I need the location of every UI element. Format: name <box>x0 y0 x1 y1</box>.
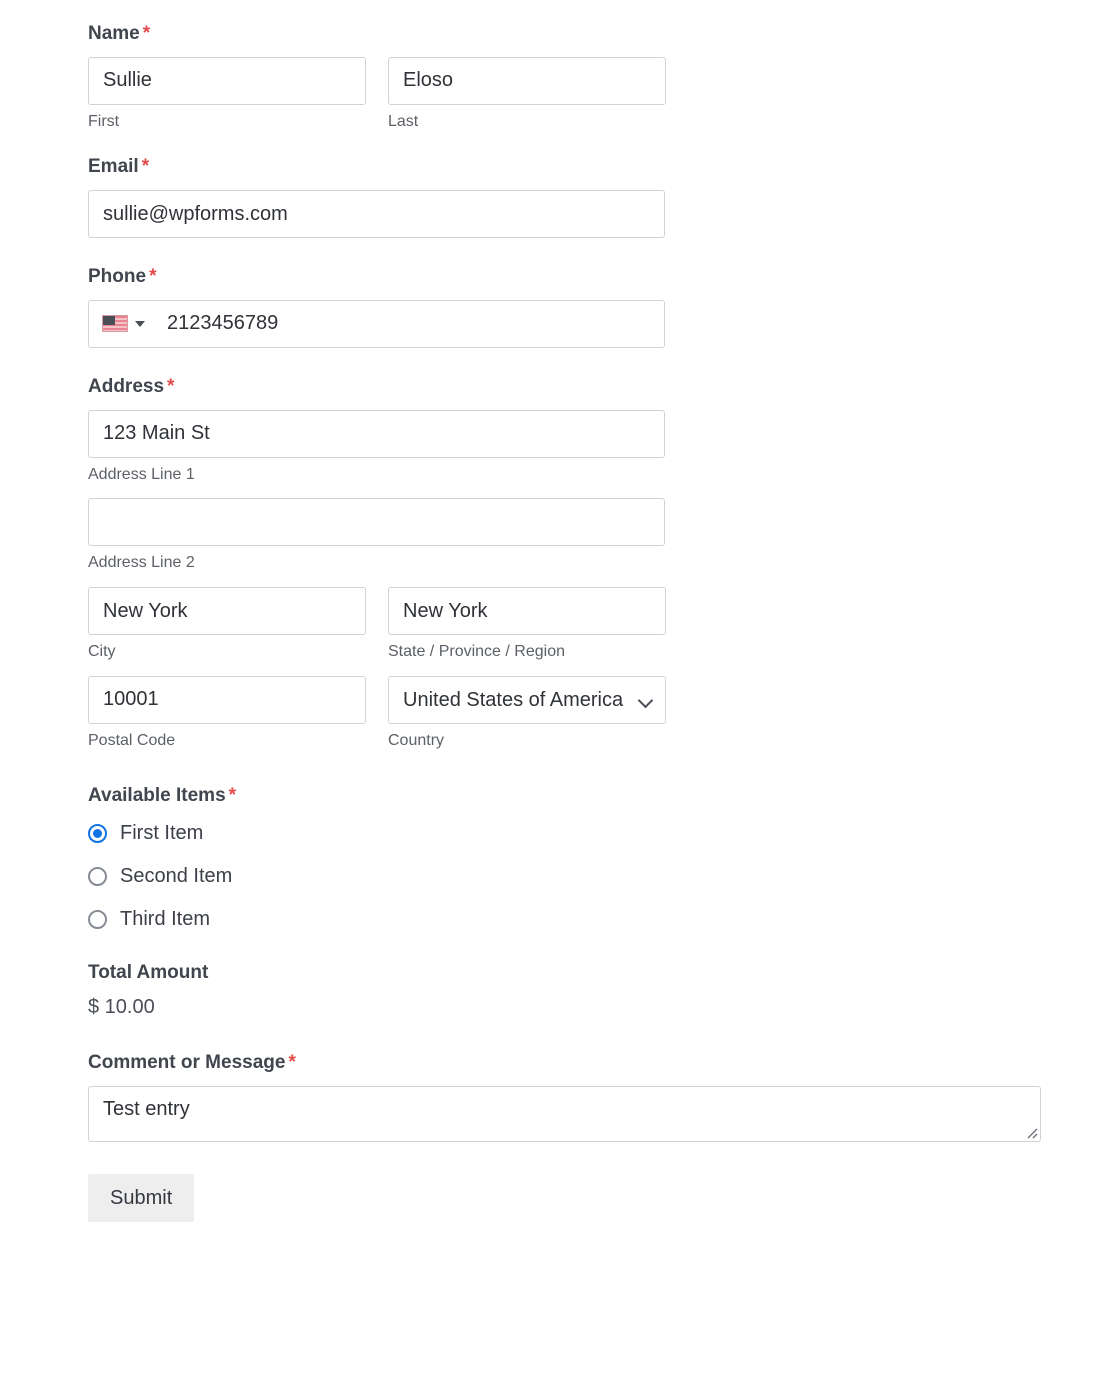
country-code-selector[interactable] <box>102 300 145 348</box>
phone-label: Phone * <box>88 265 1116 290</box>
required-asterisk: * <box>288 1052 296 1074</box>
city-input[interactable] <box>88 587 366 636</box>
available-items-label-text: Available Items <box>88 784 226 806</box>
wpforms-entry-form: Name* First Last Email* Phone* <box>0 0 1116 1222</box>
country-sublabel: Country <box>388 731 445 749</box>
state-sublabel: State / Province / Region <box>388 643 565 661</box>
address-postal-col: Postal Code <box>88 675 366 752</box>
address-label-text: Address <box>88 375 165 397</box>
address-line2-group: Address Line 2 <box>88 498 1116 574</box>
postal-code-input[interactable] <box>88 675 366 724</box>
radio-label: First Item <box>120 822 204 845</box>
email-label: Email * <box>88 155 1116 180</box>
name-first-col: First <box>88 56 366 133</box>
field-comment: Comment or Message * <box>88 1051 1116 1142</box>
address-line2-input[interactable] <box>88 498 665 547</box>
field-total-amount: Total Amount $ 10.00 <box>88 961 1116 1020</box>
field-address: Address* Address Line 1 Address Line 2 C… <box>88 375 1116 752</box>
required-asterisk: * <box>142 23 151 44</box>
address-country-col: United States of America Country <box>388 675 666 752</box>
comment-textarea[interactable] <box>88 1085 1041 1142</box>
radio-option-third-item[interactable]: Third Item <box>88 898 1116 941</box>
radio-button-icon[interactable] <box>88 867 107 887</box>
submit-button[interactable]: Submit <box>88 1173 195 1222</box>
radio-label: Second Item <box>120 865 233 888</box>
total-amount-label: Total Amount <box>88 962 209 984</box>
address-line1-sublabel: Address Line 1 <box>88 465 195 483</box>
total-amount-value: $ 10.00 <box>88 996 155 1019</box>
address-city-col: City <box>88 587 366 663</box>
name-row: First Last <box>88 56 1116 133</box>
available-items-label: Available Items * <box>88 784 1116 809</box>
country-select[interactable]: United States of America <box>388 675 666 724</box>
comment-label-text: Comment or Message <box>88 1052 286 1074</box>
field-available-items: Available Items * First Item Second Item … <box>88 784 1116 942</box>
first-name-input[interactable] <box>88 56 366 105</box>
available-items-radio-group: First Item Second Item Third Item <box>88 812 1116 941</box>
address-label: Address * <box>88 375 1116 400</box>
phone-input-wrap <box>88 299 665 348</box>
chevron-down-icon <box>135 320 145 327</box>
last-name-input[interactable] <box>388 56 666 105</box>
name-label: Name * <box>88 22 1116 47</box>
address-line1-input[interactable] <box>88 409 665 458</box>
name-last-col: Last <box>388 56 666 133</box>
radio-option-second-item[interactable]: Second Item <box>88 855 1116 898</box>
field-email: Email * <box>88 155 1116 239</box>
comment-label: Comment or Message * <box>88 1051 1116 1076</box>
phone-input[interactable] <box>88 299 665 348</box>
postal-code-sublabel: Postal Code <box>88 731 176 749</box>
first-name-sublabel: First <box>88 112 120 130</box>
name-label-text: Name <box>88 23 140 44</box>
required-asterisk: * <box>149 266 157 288</box>
email-label-text: Email <box>88 156 139 178</box>
city-sublabel: City <box>88 643 116 661</box>
required-asterisk: * <box>141 156 150 178</box>
address-postal-country-row: Postal Code United States of America Cou… <box>88 675 1116 752</box>
phone-label-text: Phone <box>88 266 147 288</box>
email-input[interactable] <box>88 190 665 239</box>
radio-button-icon[interactable] <box>88 824 107 844</box>
required-asterisk: * <box>228 784 237 806</box>
address-line2-sublabel: Address Line 2 <box>88 554 195 572</box>
state-input[interactable] <box>388 587 666 636</box>
last-name-sublabel: Last <box>388 112 419 130</box>
address-line1-group: Address Line 1 <box>88 409 1116 486</box>
radio-option-first-item[interactable]: First Item <box>88 812 1116 855</box>
submit-row: Submit <box>88 1173 1116 1222</box>
required-asterisk: * <box>167 375 175 397</box>
field-name: Name* First Last <box>88 22 1116 132</box>
field-phone: Phone * <box>88 265 1116 348</box>
radio-label: Third Item <box>120 908 211 931</box>
address-state-col: State / Province / Region <box>388 587 666 663</box>
radio-button-icon[interactable] <box>88 910 107 930</box>
comment-textarea-wrap <box>88 1085 1041 1142</box>
us-flag-icon <box>102 315 128 333</box>
address-city-state-row: City State / Province / Region <box>88 587 1116 663</box>
country-select-wrap: United States of America <box>388 675 666 724</box>
